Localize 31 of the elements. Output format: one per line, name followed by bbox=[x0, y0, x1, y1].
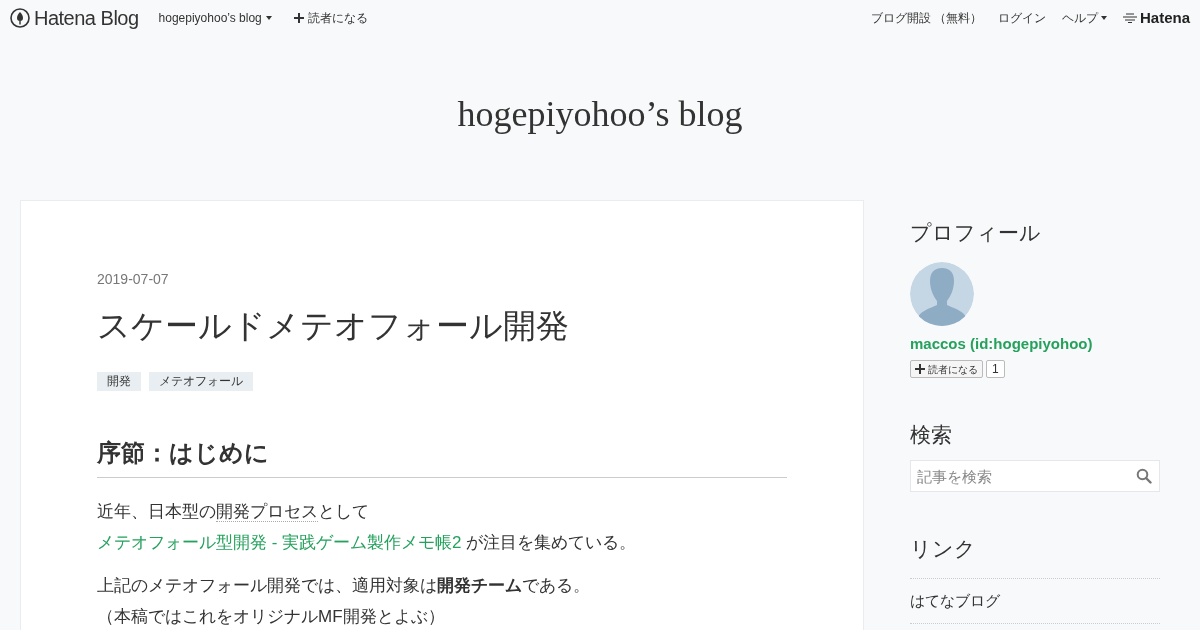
tag-link[interactable]: 開発 bbox=[97, 372, 141, 391]
article-title[interactable]: スケールドメテオフォール開発 bbox=[97, 304, 787, 348]
sidebar-link[interactable]: はてなブログ bbox=[910, 592, 1000, 609]
subscribe-link[interactable]: 読者になる bbox=[293, 9, 368, 27]
subscriber-count: 1 bbox=[986, 360, 1005, 378]
logo-link[interactable]: Hatena Blog bbox=[10, 3, 139, 33]
blog-menu[interactable]: hogepiyohoo’s blog bbox=[158, 9, 272, 27]
search-icon[interactable] bbox=[1136, 468, 1152, 484]
blog-title[interactable]: hogepiyohoo’s blog bbox=[457, 87, 743, 141]
hatena-link[interactable]: Hatena bbox=[1122, 6, 1190, 30]
article-date: 2019-07-07 bbox=[97, 270, 170, 288]
keyword-link[interactable]: 開発プロセス bbox=[216, 502, 318, 522]
sidebar-heading: 検索 bbox=[910, 422, 953, 448]
paragraph: 上記のメテオフォール開発では、適用対象は開発チームである。 （本稿ではこれをオリジナルMF開発とよぶ） bbox=[97, 575, 591, 628]
plus-icon bbox=[293, 13, 304, 23]
plus-icon bbox=[915, 364, 925, 374]
search-field[interactable]: 記事を検索 bbox=[910, 460, 1160, 492]
paragraph: 近年、日本型の開発プロセス として メテオフォール型開発 - 実践ゲーム製作メモ帳2 が注目を集めている。 bbox=[97, 501, 638, 554]
sidebar-heading: リンク bbox=[910, 536, 977, 562]
sidebar-heading: プロフィール bbox=[910, 220, 1042, 246]
section-heading: 序節：はじめに bbox=[97, 438, 270, 468]
nav-link[interactable]: ブログ開設 （無料） bbox=[870, 9, 982, 27]
caret-icon bbox=[1100, 16, 1107, 20]
avatar-icon bbox=[910, 262, 974, 326]
nav-link[interactable]: ログイン bbox=[997, 9, 1046, 27]
tag-link[interactable]: メテオフォール bbox=[149, 372, 253, 391]
caret-icon bbox=[265, 16, 272, 20]
help-menu[interactable]: ヘルプ bbox=[1061, 9, 1107, 27]
lines-icon bbox=[1122, 13, 1137, 23]
subscribe-button[interactable]: 読者になる bbox=[910, 360, 983, 378]
pen-nib-icon bbox=[10, 8, 30, 28]
